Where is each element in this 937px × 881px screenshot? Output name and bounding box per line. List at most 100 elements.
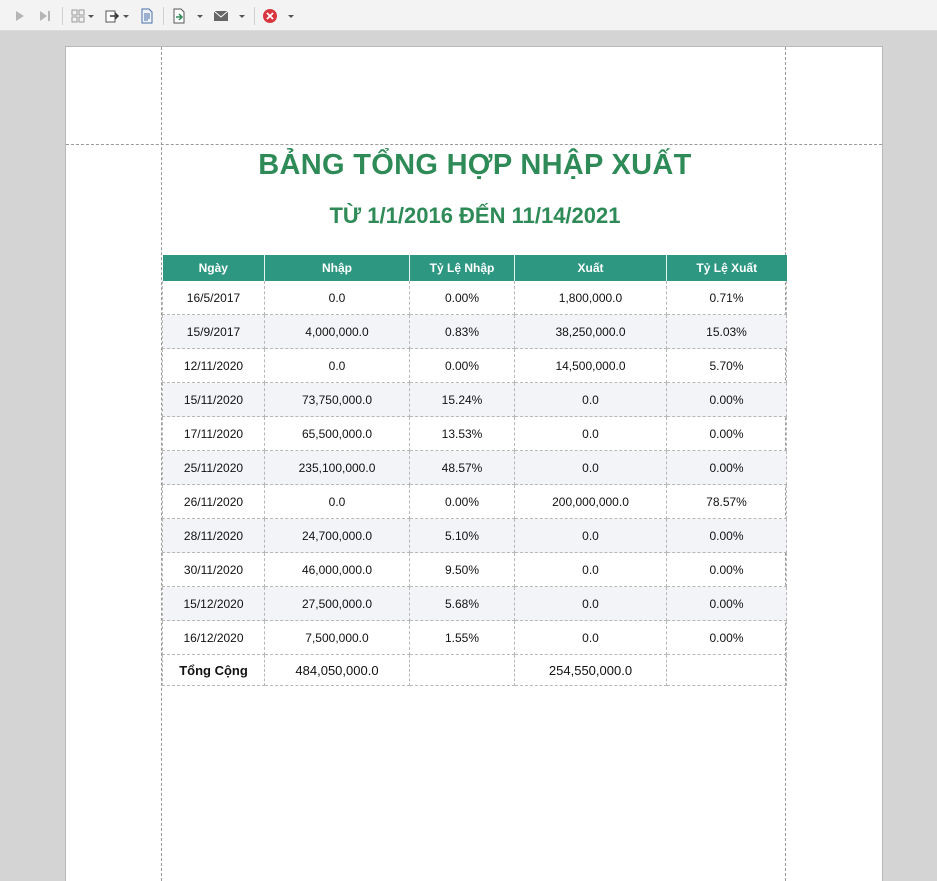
cell-export: 38,250,000.0	[514, 314, 667, 349]
cell-date: 15/11/2020	[162, 382, 265, 417]
mail-dropdown-button[interactable]	[236, 8, 245, 24]
table-row: 17/11/2020 65,500,000.0 13.53% 0.0 0.00%	[162, 416, 787, 451]
cell-export-ratio: 0.00%	[666, 416, 787, 451]
total-row: Tổng Cộng 484,050,000.0 254,550,000.0	[162, 654, 787, 686]
cell-export-ratio: 0.00%	[666, 620, 787, 655]
report-viewer-toolbar	[0, 0, 937, 31]
cell-import: 0.0	[264, 281, 410, 315]
cell-date: 25/11/2020	[162, 450, 265, 485]
layout-icon[interactable]	[71, 8, 94, 24]
cell-export: 0.0	[514, 416, 667, 451]
cell-export: 14,500,000.0	[514, 348, 667, 383]
table-row: 30/11/2020 46,000,000.0 9.50% 0.0 0.00%	[162, 552, 787, 587]
cell-import: 4,000,000.0	[264, 314, 410, 349]
column-header-import-ratio: Tỷ Lệ Nhập	[409, 255, 515, 281]
cell-export: 0.0	[514, 450, 667, 485]
cell-import-ratio: 13.53%	[409, 416, 515, 451]
cell-export-ratio: 0.00%	[666, 518, 787, 553]
table-row: 16/5/2017 0.0 0.00% 1,800,000.0 0.71%	[162, 281, 787, 315]
cell-import: 0.0	[264, 348, 410, 383]
cell-date: 12/11/2020	[162, 348, 265, 383]
play-icon[interactable]	[14, 8, 26, 24]
top-margin-guide	[66, 144, 882, 145]
cell-date: 17/11/2020	[162, 416, 265, 451]
chevron-down-icon	[288, 14, 294, 18]
import-dropdown-button[interactable]	[194, 8, 203, 24]
column-header-export-ratio: Tỷ Lệ Xuất	[666, 255, 787, 281]
toolbar-separator	[254, 7, 255, 25]
table-row: 26/11/2020 0.0 0.00% 200,000,000.0 78.57%	[162, 484, 787, 519]
cell-import: 24,700,000.0	[264, 518, 410, 553]
table-row: 15/12/2020 27,500,000.0 5.68% 0.0 0.00%	[162, 586, 787, 621]
cell-export-ratio: 0.00%	[666, 552, 787, 587]
cell-export: 0.0	[514, 620, 667, 655]
cell-date: 16/5/2017	[162, 281, 265, 315]
chevron-down-icon	[88, 14, 94, 18]
chevron-down-icon	[197, 14, 203, 18]
cell-import-ratio: 1.55%	[409, 620, 515, 655]
cell-date: 30/11/2020	[162, 552, 265, 587]
table-header-row: Ngày Nhập Tỷ Lệ Nhập Xuất Tỷ Lệ Xuất	[162, 255, 787, 281]
cell-export: 0.0	[514, 586, 667, 621]
column-header-import: Nhập	[264, 255, 410, 281]
cell-date: 28/11/2020	[162, 518, 265, 553]
cell-date: 26/11/2020	[162, 484, 265, 519]
cell-import: 65,500,000.0	[264, 416, 410, 451]
cell-export-ratio: 0.00%	[666, 450, 787, 485]
column-header-export: Xuất	[514, 255, 667, 281]
document-icon[interactable]	[140, 8, 154, 24]
table-body: 16/5/2017 0.0 0.00% 1,800,000.0 0.71% 15/9/20…	[162, 281, 787, 655]
cell-export: 1,800,000.0	[514, 281, 667, 315]
export-icon[interactable]	[104, 8, 129, 24]
close-icon[interactable]	[262, 8, 278, 24]
total-import: 484,050,000.0	[264, 654, 410, 686]
cell-import: 46,000,000.0	[264, 552, 410, 587]
mail-icon[interactable]	[213, 8, 229, 24]
table-row: 12/11/2020 0.0 0.00% 14,500,000.0 5.70%	[162, 348, 787, 383]
import-icon[interactable]	[172, 8, 186, 24]
cell-date: 15/9/2017	[162, 314, 265, 349]
cell-date: 16/12/2020	[162, 620, 265, 655]
cell-import-ratio: 0.00%	[409, 281, 515, 315]
report-title: BẢNG TỔNG HỢP NHẬP XUẤT	[258, 149, 692, 181]
cell-export-ratio: 0.71%	[666, 281, 787, 315]
cell-import: 0.0	[264, 484, 410, 519]
summary-table: Ngày Nhập Tỷ Lệ Nhập Xuất Tỷ Lệ Xuất 16/…	[162, 255, 787, 686]
table-row: 16/12/2020 7,500,000.0 1.55% 0.0 0.00%	[162, 620, 787, 655]
cell-export-ratio: 0.00%	[666, 382, 787, 417]
total-export: 254,550,000.0	[514, 654, 667, 686]
total-label: Tổng Cộng	[162, 654, 265, 686]
table-row: 15/11/2020 73,750,000.0 15.24% 0.0 0.00%	[162, 382, 787, 417]
toolbar-separator	[163, 7, 164, 25]
cell-import-ratio: 15.24%	[409, 382, 515, 417]
cell-export-ratio: 15.03%	[666, 314, 787, 349]
cell-import-ratio: 9.50%	[409, 552, 515, 587]
column-header-date: Ngày	[162, 255, 265, 281]
total-export-ratio	[666, 654, 787, 686]
cell-import: 7,500,000.0	[264, 620, 410, 655]
skip-to-end-icon[interactable]	[38, 8, 52, 24]
cell-import-ratio: 0.83%	[409, 314, 515, 349]
cell-import-ratio: 0.00%	[409, 484, 515, 519]
cell-export-ratio: 78.57%	[666, 484, 787, 519]
close-dropdown-button[interactable]	[285, 8, 294, 24]
cell-import-ratio: 5.10%	[409, 518, 515, 553]
table-row: 15/9/2017 4,000,000.0 0.83% 38,250,000.0 15.…	[162, 314, 787, 349]
chevron-down-icon	[239, 14, 245, 18]
cell-export: 0.0	[514, 552, 667, 587]
table-row: 28/11/2020 24,700,000.0 5.10% 0.0 0.00%	[162, 518, 787, 553]
cell-import-ratio: 0.00%	[409, 348, 515, 383]
cell-date: 15/12/2020	[162, 586, 265, 621]
cell-export-ratio: 0.00%	[666, 586, 787, 621]
cell-export-ratio: 5.70%	[666, 348, 787, 383]
report-date-range: TỪ 1/1/2016 ĐẾN 11/14/2021	[329, 203, 621, 228]
cell-import-ratio: 5.68%	[409, 586, 515, 621]
total-import-ratio	[409, 654, 515, 686]
table-row: 25/11/2020 235,100,000.0 48.57% 0.0 0.00%	[162, 450, 787, 485]
cell-import: 73,750,000.0	[264, 382, 410, 417]
toolbar-separator	[62, 7, 63, 25]
report-page: BẢNG TỔNG HỢP NHẬP XUẤT TỪ 1/1/2016 ĐẾN …	[65, 46, 883, 881]
cell-import-ratio: 48.57%	[409, 450, 515, 485]
cell-export: 200,000,000.0	[514, 484, 667, 519]
cell-import: 27,500,000.0	[264, 586, 410, 621]
